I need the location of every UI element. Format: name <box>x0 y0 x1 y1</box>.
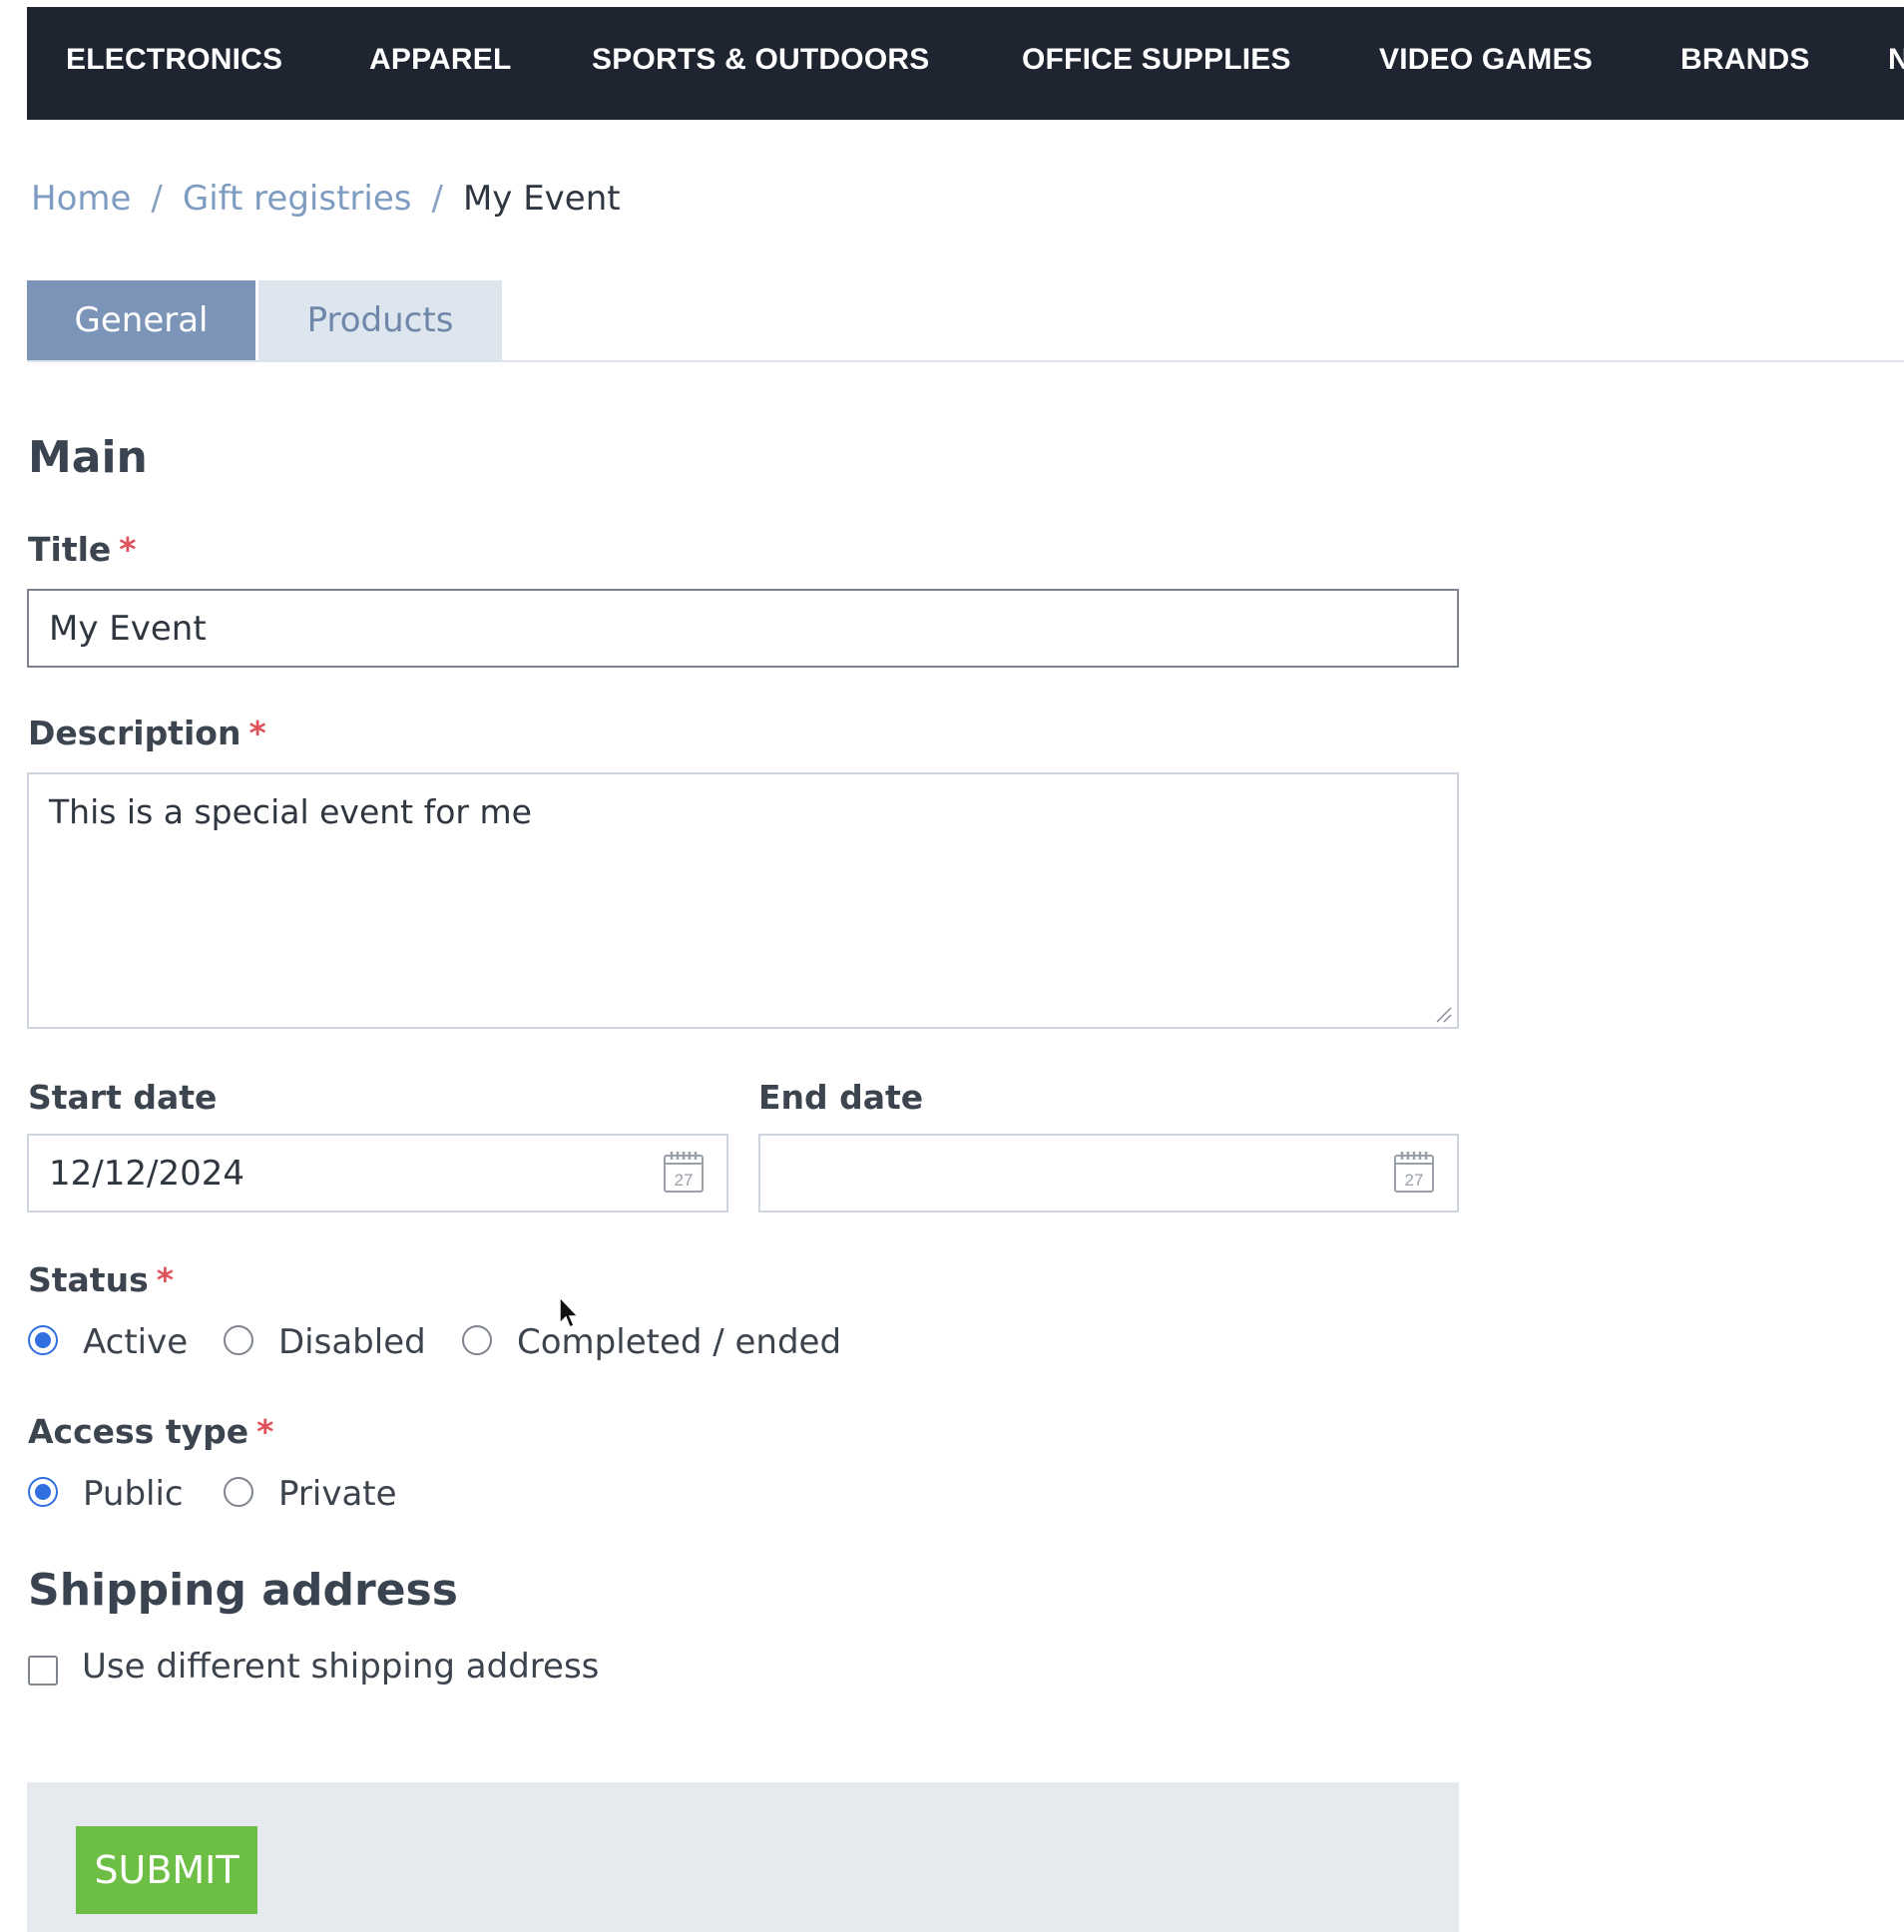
end-date-input[interactable]: 27 <box>758 1134 1459 1212</box>
start-date-input[interactable]: 12/12/2024 27 <box>27 1134 728 1212</box>
access-option-label: Private <box>278 1474 397 1514</box>
main-heading: Main <box>28 432 148 483</box>
calendar-icon[interactable]: 27 <box>1393 1150 1435 1194</box>
svg-text:27: 27 <box>675 1171 694 1190</box>
nav-item-sports-outdoors[interactable]: SPORTS & OUTDOORS <box>592 7 929 120</box>
tab-general[interactable]: General <box>27 280 255 361</box>
tab-products[interactable]: Products <box>258 280 502 361</box>
start-date-label: Start date <box>28 1078 218 1117</box>
end-date-label: End date <box>758 1078 924 1117</box>
page: ELECTRONICS APPAREL SPORTS & OUTDOORS OF… <box>0 0 1904 1932</box>
nav-item-truncated[interactable]: N <box>1888 7 1904 120</box>
nav-item-electronics[interactable]: ELECTRONICS <box>66 7 282 120</box>
top-navigation: ELECTRONICS APPAREL SPORTS & OUTDOORS OF… <box>27 7 1904 120</box>
nav-item-office-supplies[interactable]: OFFICE SUPPLIES <box>1022 7 1291 120</box>
start-date-value: 12/12/2024 <box>49 1154 244 1194</box>
nav-item-brands[interactable]: BRANDS <box>1680 7 1810 120</box>
title-label: Title * <box>28 530 137 569</box>
status-label-text: Status <box>28 1260 149 1299</box>
breadcrumb: Home / Gift registries / My Event <box>31 174 621 224</box>
breadcrumb-gift-registries-link[interactable]: Gift registries <box>183 179 412 219</box>
required-marker: * <box>248 714 266 752</box>
status-label: Status * <box>28 1260 174 1299</box>
radio-button[interactable] <box>28 1325 58 1355</box>
nav-item-apparel[interactable]: APPAREL <box>369 7 512 120</box>
resize-handle-icon[interactable] <box>1434 1005 1452 1023</box>
radio-button[interactable] <box>28 1477 58 1507</box>
required-marker: * <box>156 1260 174 1299</box>
access-type-label: Access type * <box>28 1412 273 1451</box>
form-actions-bar: SUBMIT <box>27 1782 1459 1932</box>
description-label: Description * <box>28 714 266 752</box>
breadcrumb-home-link[interactable]: Home <box>31 179 131 219</box>
different-shipping-checkbox[interactable] <box>28 1656 58 1686</box>
tab-divider <box>27 360 1904 362</box>
breadcrumb-separator: / <box>431 179 443 219</box>
svg-text:27: 27 <box>1405 1171 1424 1190</box>
radio-button[interactable] <box>224 1325 253 1355</box>
title-input[interactable] <box>27 589 1459 668</box>
status-option-label: Completed / ended <box>517 1322 842 1362</box>
calendar-icon[interactable]: 27 <box>663 1150 705 1194</box>
breadcrumb-current: My Event <box>462 179 621 219</box>
submit-button[interactable]: SUBMIT <box>76 1826 257 1914</box>
required-marker: * <box>119 530 137 569</box>
nav-item-video-games[interactable]: VIDEO GAMES <box>1379 7 1593 120</box>
access-option-label: Public <box>83 1474 184 1514</box>
radio-button[interactable] <box>462 1325 492 1355</box>
shipping-address-heading: Shipping address <box>28 1565 458 1616</box>
access-type-label-text: Access type <box>28 1412 249 1451</box>
description-textarea[interactable]: This is a special event for me <box>27 772 1459 1029</box>
breadcrumb-separator: / <box>151 179 163 219</box>
radio-button[interactable] <box>224 1477 253 1507</box>
description-label-text: Description <box>28 714 241 752</box>
different-shipping-label[interactable]: Use different shipping address <box>82 1647 599 1687</box>
status-option-label: Disabled <box>278 1322 426 1362</box>
status-option-label: Active <box>83 1322 189 1362</box>
required-marker: * <box>256 1412 274 1451</box>
title-label-text: Title <box>28 530 112 569</box>
